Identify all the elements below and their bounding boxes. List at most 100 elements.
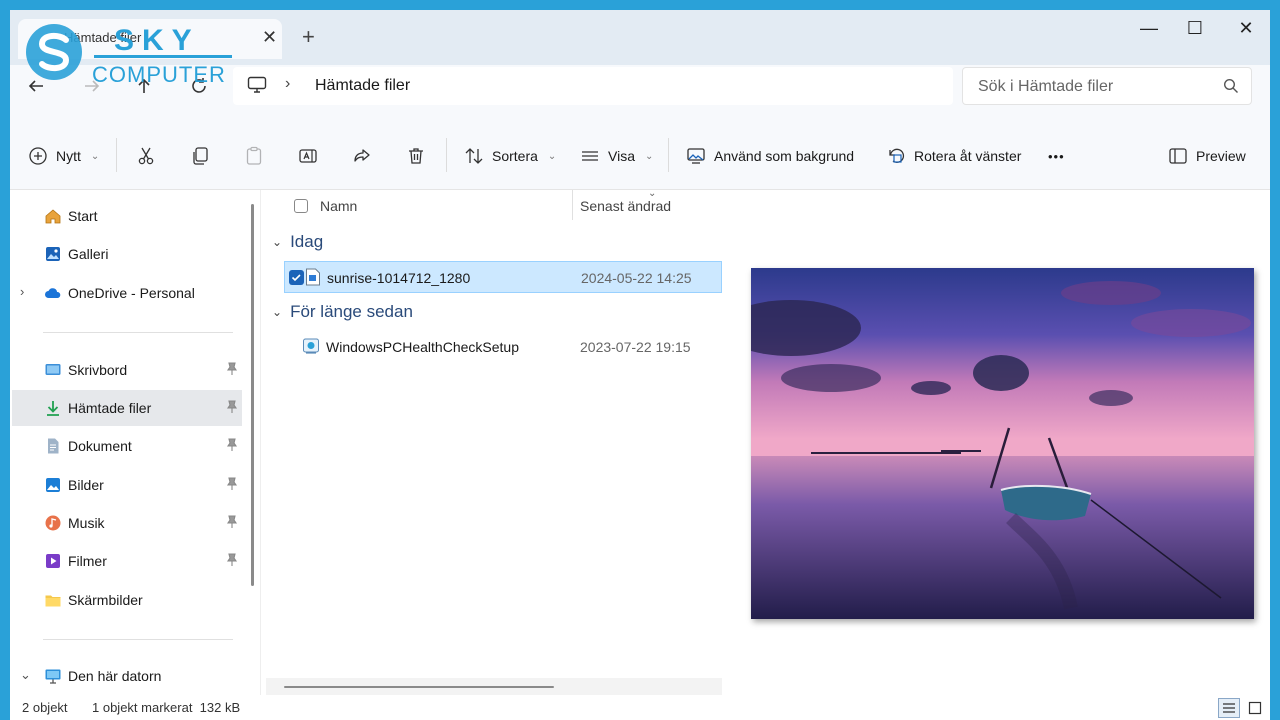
video-icon <box>46 554 60 568</box>
address-bar[interactable]: › Hämtade filer <box>233 67 953 105</box>
pane-divider[interactable] <box>260 190 261 695</box>
select-all-checkbox[interactable] <box>294 199 308 213</box>
sidebar-item-start[interactable]: Start <box>12 198 242 234</box>
toolbar-divider <box>446 138 447 172</box>
sidebar-item-onedrive[interactable]: › OneDrive - Personal <box>12 275 242 311</box>
new-tab-button[interactable]: + <box>302 24 315 50</box>
cut-button[interactable] <box>136 144 156 168</box>
file-explorer-window: Hämtade filer ✕ + — ☐ ✕ › Hämtade filer <box>10 10 1270 720</box>
pin-icon[interactable] <box>226 553 238 570</box>
music-icon <box>45 515 61 531</box>
trash-icon <box>409 148 423 164</box>
toolbar-divider <box>116 138 117 172</box>
horizontal-scrollbar[interactable] <box>266 678 722 695</box>
view-label: Visa <box>608 148 635 164</box>
sidebar-item-label: Musik <box>68 515 105 531</box>
pin-icon[interactable] <box>226 400 238 417</box>
sidebar-item-music[interactable]: Musik <box>12 505 242 541</box>
image-file-icon <box>306 268 320 286</box>
desktop-background-icon <box>687 148 705 164</box>
sidebar-item-pictures[interactable]: Bilder <box>12 467 242 503</box>
more-options-icon: ••• <box>1048 148 1065 164</box>
copy-icon <box>193 147 208 165</box>
set-background-label: Använd som bakgrund <box>714 148 855 164</box>
new-button[interactable]: Nytt ⌄ <box>28 144 99 168</box>
sidebar-item-gallery[interactable]: Galleri <box>12 236 242 272</box>
tiles-view-button[interactable] <box>1244 698 1266 718</box>
chevron-down-icon[interactable]: ⌄ <box>20 667 31 683</box>
delete-button[interactable] <box>406 144 426 168</box>
search-placeholder: Sök i Hämtade filer <box>978 78 1114 95</box>
scrollbar-thumb[interactable] <box>284 686 554 688</box>
desktop-icon <box>45 364 61 375</box>
computer-icon <box>45 669 61 684</box>
gallery-icon <box>46 247 60 261</box>
paste-button[interactable] <box>244 144 264 168</box>
pin-icon[interactable] <box>226 477 238 494</box>
file-name: WindowsPCHealthCheckSetup <box>326 339 519 355</box>
breadcrumb-current[interactable]: Hämtade filer <box>315 77 410 95</box>
tab-close-icon[interactable]: ✕ <box>262 27 277 48</box>
rotate-left-icon <box>889 148 905 163</box>
group-title: För länge sedan <box>290 302 413 321</box>
preview-pane-button[interactable]: Preview <box>1168 144 1246 168</box>
chevron-down-icon: ⌄ <box>272 305 283 319</box>
brand-logo: SKY COMPUTER <box>22 18 237 88</box>
chevron-down-icon: ⌄ <box>644 150 654 162</box>
document-icon <box>48 438 59 454</box>
view-button[interactable]: Visa ⌄ <box>580 144 653 168</box>
sidebar-item-videos[interactable]: Filmer <box>12 543 242 579</box>
pin-icon[interactable] <box>226 438 238 455</box>
file-modified: 2024-05-22 14:25 <box>581 270 692 286</box>
file-modified: 2023-07-22 19:15 <box>580 339 691 355</box>
cloud-icon <box>45 288 61 298</box>
sidebar-item-downloads[interactable]: Hämtade filer <box>12 390 242 426</box>
chevron-down-icon: ⌄ <box>90 150 100 162</box>
share-button[interactable] <box>352 144 372 168</box>
monitor-icon <box>247 76 267 97</box>
breadcrumb-chevron-icon[interactable]: › <box>285 75 290 93</box>
view-lines-icon <box>582 151 598 161</box>
more-options-button[interactable]: ••• <box>1048 144 1065 168</box>
preview-pane-icon <box>1169 148 1187 164</box>
group-header[interactable]: ⌄ För länge sedan <box>272 302 413 322</box>
sidebar-item-screenshots[interactable]: Skärmbilder <box>12 582 242 618</box>
sidebar-item-label: OneDrive - Personal <box>68 285 195 301</box>
details-view-icon <box>1223 703 1235 713</box>
preview-pane <box>722 190 1270 695</box>
column-header-name[interactable]: Namn <box>320 198 357 214</box>
rename-icon <box>299 149 317 163</box>
checkmark-icon <box>291 274 301 282</box>
sidebar-item-documents[interactable]: Dokument <box>12 428 242 464</box>
close-window-button[interactable]: ✕ <box>1231 18 1261 39</box>
table-row[interactable]: sunrise-1014712_1280 2024-05-22 14:25 <box>284 261 722 293</box>
rotate-left-button[interactable]: Rotera åt vänster <box>886 144 1021 168</box>
pin-icon[interactable] <box>226 362 238 379</box>
pin-icon[interactable] <box>226 515 238 532</box>
selection-info: 1 objekt markerat 132 kB <box>92 700 241 715</box>
column-divider[interactable] <box>572 190 573 220</box>
item-count: 2 objekt <box>22 700 68 715</box>
search-icon[interactable] <box>1223 78 1239 97</box>
sidebar-divider <box>43 332 233 333</box>
share-icon <box>354 149 370 162</box>
group-header[interactable]: ⌄ Idag <box>272 232 323 252</box>
sidebar-scrollbar[interactable] <box>251 204 254 586</box>
table-row[interactable]: WindowsPCHealthCheckSetup 2023-07-22 19:… <box>284 331 722 363</box>
search-input[interactable]: Sök i Hämtade filer <box>962 67 1252 105</box>
minimize-button[interactable]: — <box>1134 18 1164 39</box>
sidebar-item-desktop[interactable]: Skrivbord <box>12 352 242 388</box>
copy-button[interactable] <box>190 144 210 168</box>
logo-line1: SKY <box>114 24 200 57</box>
sidebar-item-this-pc[interactable]: ⌄ Den här datorn <box>12 658 242 694</box>
chevron-right-icon[interactable]: › <box>20 284 24 299</box>
column-header-modified[interactable]: Senast ändrad <box>580 198 671 214</box>
maximize-button[interactable]: ☐ <box>1180 18 1210 39</box>
row-checkbox[interactable] <box>289 270 304 285</box>
rename-button[interactable] <box>298 144 318 168</box>
set-background-button[interactable]: Använd som bakgrund <box>686 144 854 168</box>
sort-button[interactable]: Sortera ⌄ <box>464 144 556 168</box>
details-view-button[interactable] <box>1218 698 1240 718</box>
sidebar-item-label: Skärmbilder <box>68 592 143 608</box>
plus-circle-icon <box>29 147 47 165</box>
